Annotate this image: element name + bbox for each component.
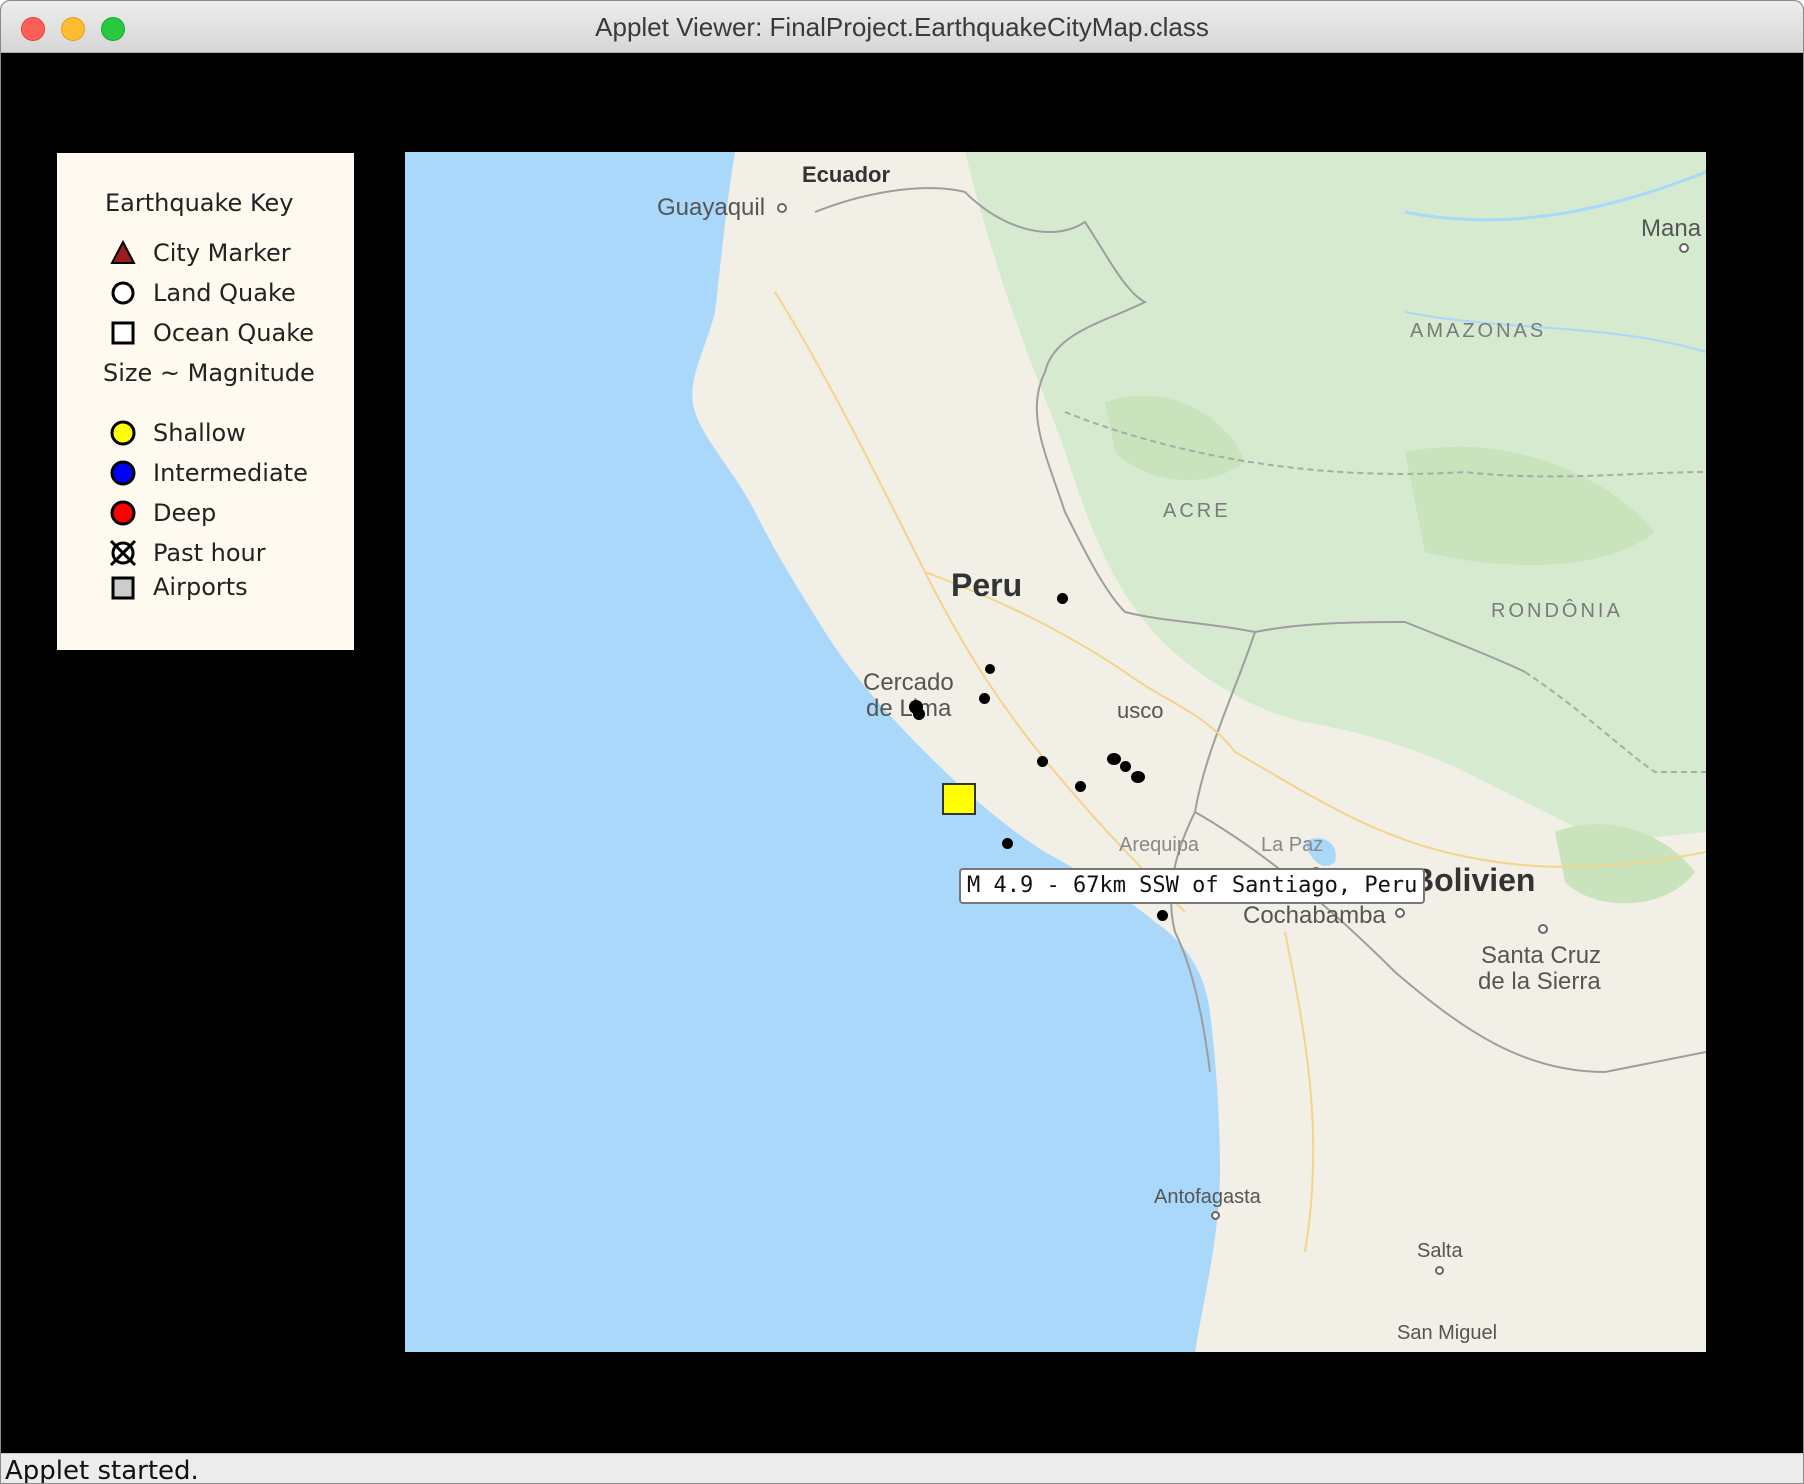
map-label-peru: Peru xyxy=(951,567,1023,603)
legend-item-ocean-quake: Ocean Quake xyxy=(109,317,349,349)
legend-label: Intermediate xyxy=(153,459,308,487)
map-label-ecuador: Ecuador xyxy=(802,162,891,187)
quake-marker[interactable] xyxy=(913,708,925,720)
legend-item-land-quake: Land Quake xyxy=(109,277,349,309)
map-label-acre: ACRE xyxy=(1163,500,1231,522)
quake-tooltip: M 4.9 - 67km SSW of Santiago, Peru xyxy=(959,868,1426,904)
gray-square-icon xyxy=(111,576,135,600)
legend-label: Past hour xyxy=(153,539,266,567)
map-label-arequipa: Arequipa xyxy=(1119,834,1200,856)
map-view[interactable]: Ecuador Guayaquil Mana AMAZONAS ACRE RON… xyxy=(405,152,1706,1352)
quake-marker[interactable] xyxy=(979,693,990,704)
map-label-manaus: Mana xyxy=(1641,215,1702,242)
red-circle-icon xyxy=(110,500,136,526)
square-outline-icon xyxy=(111,321,135,345)
crossed-circle-icon xyxy=(109,539,137,567)
legend-item-shallow: Shallow xyxy=(109,417,349,449)
quake-marker[interactable] xyxy=(1037,756,1048,767)
legend-item-intermediate: Intermediate xyxy=(109,457,349,489)
legend-title: Earthquake Key xyxy=(105,189,294,217)
city-dot-icon xyxy=(777,203,787,213)
quake-marker[interactable] xyxy=(1157,910,1168,921)
map-label-cochabamba: Cochabamba xyxy=(1243,902,1386,929)
legend-item-city-marker: City Marker xyxy=(109,237,349,269)
map-label-la-paz: La Paz xyxy=(1261,834,1324,856)
earthquake-key-legend: Earthquake Key City Marker Land Quake Oc… xyxy=(57,153,354,650)
map-label-cusco: usco xyxy=(1117,698,1164,723)
circle-outline-icon xyxy=(111,281,135,305)
quake-marker[interactable] xyxy=(985,664,995,674)
map-label-santa-cruz: Santa Cruz xyxy=(1481,942,1602,969)
quake-marker[interactable] xyxy=(1075,781,1086,792)
map-label-santa-cruz: de la Sierra xyxy=(1478,968,1601,995)
legend-label: Shallow xyxy=(153,419,246,447)
blue-circle-icon xyxy=(110,460,136,486)
map-label-antofagasta: Antofagasta xyxy=(1154,1186,1261,1208)
triangle-icon xyxy=(110,239,136,264)
map-label-guayaquil: Guayaquil xyxy=(657,194,766,221)
city-dot-icon xyxy=(1538,924,1548,934)
legend-label: Ocean Quake xyxy=(153,319,315,347)
map-label-san-miguel: San Miguel xyxy=(1397,1322,1498,1344)
city-dot-icon xyxy=(1395,908,1405,918)
legend-item-airports: Airports xyxy=(109,571,349,603)
legend-label: City Marker xyxy=(153,239,291,267)
quake-marker[interactable] xyxy=(1120,761,1131,772)
map-label-amazonas: AMAZONAS xyxy=(1410,320,1547,342)
quake-marker[interactable] xyxy=(1107,753,1121,765)
map-label-rondonia: RONDÔNIA xyxy=(1491,600,1623,622)
legend-size-magnitude: Size ~ Magnitude xyxy=(103,359,315,387)
applet-canvas[interactable]: Earthquake Key City Marker Land Quake Oc… xyxy=(5,53,1801,1453)
quake-marker[interactable] xyxy=(1131,771,1145,783)
map-label-lima: Cercado xyxy=(863,669,954,696)
city-dot-icon xyxy=(1435,1266,1444,1275)
map-label-salta: Salta xyxy=(1417,1240,1463,1262)
window-title: Applet Viewer: FinalProject.EarthquakeCi… xyxy=(595,12,1209,42)
applet-window: Applet Viewer: FinalProject.EarthquakeCi… xyxy=(0,0,1804,1484)
quake-marker[interactable] xyxy=(1057,593,1068,604)
legend-label: Land Quake xyxy=(153,279,296,307)
status-bar: Applet started. xyxy=(1,1453,1803,1484)
ocean-quake-marker[interactable] xyxy=(942,783,976,815)
title-bar[interactable]: Applet Viewer: FinalProject.EarthquakeCi… xyxy=(1,1,1803,53)
yellow-circle-icon xyxy=(110,420,136,446)
city-dot-icon xyxy=(1679,243,1689,253)
city-dot-icon xyxy=(1211,1211,1220,1220)
legend-label: Deep xyxy=(153,499,217,527)
status-text: Applet started. xyxy=(5,1456,199,1484)
map-label-bolivien: Bolivien xyxy=(1411,862,1536,898)
legend-label: Airports xyxy=(153,573,248,601)
legend-item-past-hour: Past hour xyxy=(109,537,349,569)
quake-marker[interactable] xyxy=(1002,838,1013,849)
legend-item-deep: Deep xyxy=(109,497,349,529)
